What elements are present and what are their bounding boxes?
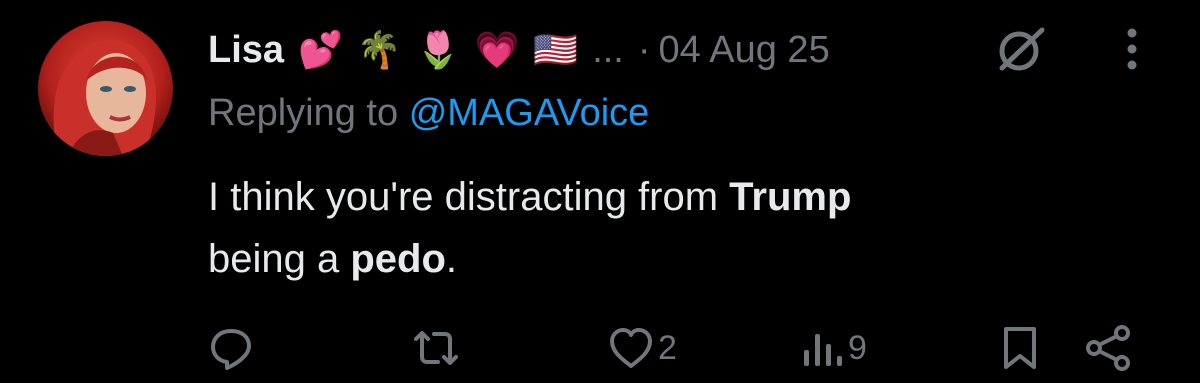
repost-button[interactable] bbox=[410, 318, 462, 378]
reply-handle-link[interactable]: @MAGAVoice bbox=[409, 92, 650, 134]
emoji-palm-tree: 🌴 bbox=[356, 29, 402, 70]
tweet-text-line-2: being a pedo. bbox=[208, 228, 1108, 290]
reply-button[interactable] bbox=[208, 318, 254, 378]
emoji-two-hearts: 💕 bbox=[298, 29, 343, 70]
bookmark-button[interactable] bbox=[1000, 318, 1040, 378]
bookmark-icon bbox=[1004, 327, 1036, 369]
text-bold: Trump bbox=[729, 175, 852, 219]
more-options-icon[interactable] bbox=[1120, 26, 1144, 72]
repost-icon bbox=[414, 331, 458, 365]
share-icon bbox=[1086, 325, 1130, 371]
emoji-growing-heart: 💗 bbox=[474, 29, 520, 70]
views-chart-icon bbox=[804, 334, 842, 366]
text-plain: . bbox=[445, 237, 458, 281]
replying-to-label: Replying to bbox=[208, 92, 399, 134]
tweet-text-line-1: I think you're distracting from Trump bbox=[208, 166, 1108, 228]
heart-icon bbox=[610, 328, 652, 368]
text-plain: being a bbox=[208, 237, 351, 281]
replying-to: Replying to @MAGAVoice bbox=[208, 92, 649, 135]
share-button[interactable] bbox=[1082, 318, 1134, 378]
name-truncation: ... bbox=[592, 28, 624, 71]
tweet-date[interactable]: 04 Aug 25 bbox=[659, 29, 830, 72]
text-bold: pedo bbox=[350, 237, 446, 281]
like-button[interactable]: 2 bbox=[608, 318, 677, 378]
avatar[interactable] bbox=[38, 21, 173, 156]
meta-separator: · bbox=[637, 28, 651, 71]
edited-icon[interactable] bbox=[994, 24, 1046, 74]
tweet-text: I think you're distracting from Trump be… bbox=[208, 166, 1108, 290]
text-plain: I think you're distracting from bbox=[208, 175, 730, 219]
tweet[interactable]: Lisa 💕 🌴 🌷 💗 🇺🇸 ... · 04 Aug 25 Replying… bbox=[0, 0, 1200, 383]
emoji-us-flag: 🇺🇸 bbox=[533, 29, 579, 70]
emoji-tulip: 🌷 bbox=[415, 29, 461, 70]
display-name[interactable]: Lisa bbox=[208, 29, 284, 72]
like-count: 2 bbox=[658, 328, 677, 367]
reply-icon bbox=[211, 329, 251, 370]
views-count: 9 bbox=[848, 328, 867, 367]
action-bar: 2 9 bbox=[0, 318, 1200, 378]
views-button[interactable]: 9 bbox=[800, 318, 867, 378]
